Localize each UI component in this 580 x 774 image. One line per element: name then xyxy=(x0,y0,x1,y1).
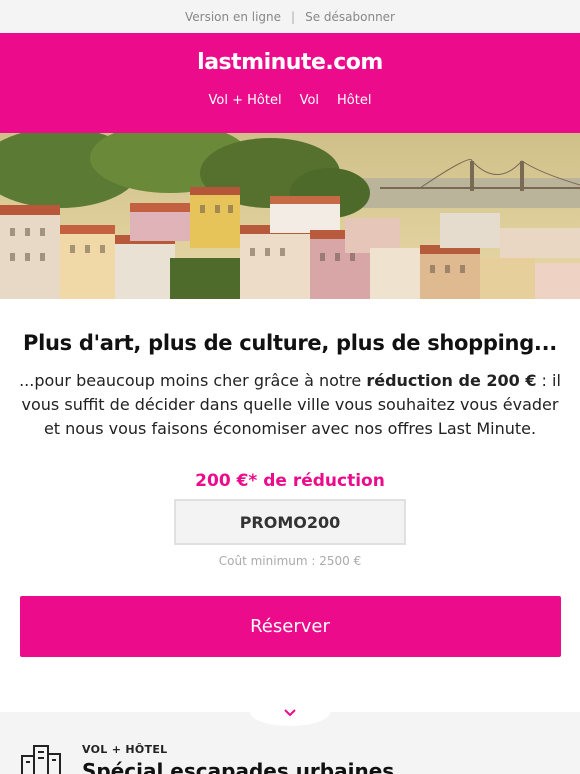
city-buildings-icon xyxy=(21,745,61,774)
main-nav: Vol + Hôtel Vol Hôtel xyxy=(0,93,580,108)
lead-text-before: ...pour beaucoup moins cher grâce à notr… xyxy=(19,371,367,390)
section-title: Spécial escapades urbaines xyxy=(82,759,395,774)
main-content: Plus d'art, plus de culture, plus de sho… xyxy=(0,331,580,657)
minimum-cost-note: Coût minimum : 2500 € xyxy=(218,554,362,568)
headline: Plus d'art, plus de culture, plus de sho… xyxy=(23,331,557,355)
lead-discount-highlight: réduction de 200 € xyxy=(366,371,537,390)
promo-title: 200 €* de réduction xyxy=(195,471,385,491)
section-kicker: VOL + HÔTEL xyxy=(82,743,168,756)
unsubscribe-link[interactable]: Se désabonner xyxy=(305,10,395,24)
brand-header: lastminute.com Vol + Hôtel Vol Hôtel xyxy=(0,33,580,133)
promo-code-box[interactable]: PROMO200 xyxy=(174,499,406,545)
chevron-down-icon[interactable] xyxy=(282,706,298,720)
next-section-teaser: VOL + HÔTEL Spécial escapades urbaines xyxy=(0,698,580,774)
book-button[interactable]: Réserver xyxy=(19,596,561,657)
nav-item-hotel[interactable]: Hôtel xyxy=(328,93,380,108)
lead-paragraph: ...pour beaucoup moins cher grâce à notr… xyxy=(18,369,562,441)
topbar-separator: | xyxy=(291,9,296,24)
hero-illustration xyxy=(0,133,580,299)
top-utility-bar: Version en ligne | Se désabonner xyxy=(0,0,580,33)
online-version-link[interactable]: Version en ligne xyxy=(185,10,281,24)
brand-logo[interactable]: lastminute.com xyxy=(0,33,580,75)
nav-item-vol[interactable]: Vol xyxy=(291,93,328,108)
nav-item-vol-hotel[interactable]: Vol + Hôtel xyxy=(200,93,291,108)
hero-image-lisbon[interactable] xyxy=(0,133,580,299)
